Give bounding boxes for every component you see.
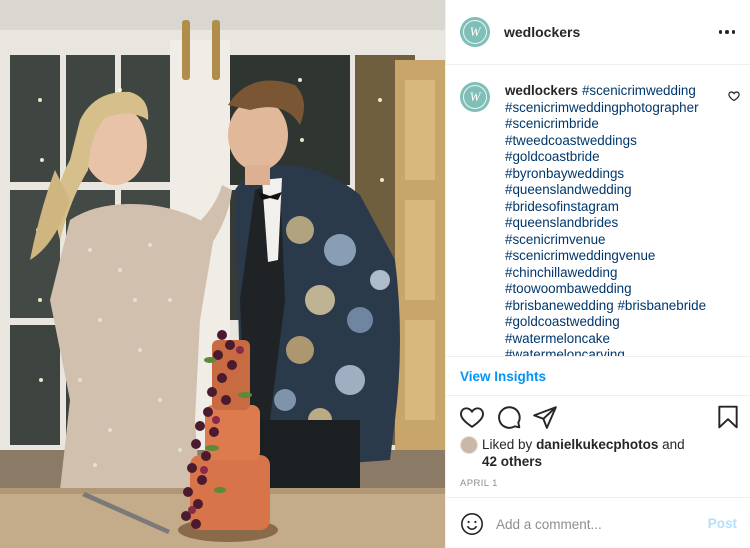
hashtag-link[interactable]: #chinchillawedding (505, 265, 617, 280)
avatar[interactable]: W (460, 17, 490, 47)
hashtag-link[interactable]: #watermeloncarving (505, 347, 625, 356)
hashtag-link[interactable]: #byronbayweddings (505, 166, 624, 181)
post-date[interactable]: APRIL 1 (460, 478, 498, 489)
caption-text: wedlockers #scenicrimwedding #scenicrimwe… (505, 83, 715, 356)
dot (731, 30, 736, 34)
caption-avatar[interactable]: W (460, 82, 490, 112)
dot (718, 30, 723, 34)
likes-prefix: Liked by (482, 437, 533, 452)
post-comment-button[interactable]: Post (708, 516, 737, 531)
hashtag-link[interactable]: #scenicrimvenue (505, 232, 605, 247)
hashtag-link[interactable]: #queenslandwedding (505, 182, 632, 197)
emoji-icon[interactable] (460, 512, 484, 536)
comment-bar: Post (446, 497, 750, 548)
heart-icon[interactable] (728, 90, 740, 102)
dot (725, 30, 729, 34)
hashtag-link[interactable]: #scenicrimweddingvenue (505, 248, 655, 263)
caption-area: W wedlockers #scenicrimwedding #scenicrim… (446, 66, 750, 356)
insights-row: View Insights (446, 356, 750, 396)
post-sidebar: W wedlockers W wedlockers #scenicrimweddi… (445, 0, 750, 548)
view-insights-link[interactable]: View Insights (460, 369, 546, 384)
comment-icon[interactable] (496, 404, 522, 430)
hashtag-link[interactable]: #scenicrimwedding (582, 83, 696, 98)
caption-username[interactable]: wedlockers (505, 83, 578, 98)
liker-username[interactable]: danielkukecphotos (536, 437, 658, 452)
share-icon[interactable] (532, 404, 558, 430)
heart-icon[interactable] (459, 404, 485, 430)
hashtag-link[interactable]: #bridesofinstagram (505, 199, 619, 214)
comment-input[interactable] (496, 513, 696, 535)
hashtag-link[interactable]: #scenicrimbride (505, 116, 599, 131)
likes-and: and (662, 437, 685, 452)
avatar-logo: W (463, 20, 487, 44)
hashtag-link[interactable]: #watermeloncake (505, 331, 610, 346)
likes-text: Liked by danielkukecphotos and 42 others (482, 436, 732, 470)
more-horizontal-icon[interactable] (717, 22, 737, 42)
hashtag-link[interactable]: #tweedcoastweddings (505, 133, 637, 148)
hashtag-link[interactable]: #goldcoastwedding (505, 314, 620, 329)
liker-avatar[interactable] (460, 436, 478, 454)
likes-others-link[interactable]: 42 others (482, 454, 542, 469)
bookmark-icon[interactable] (715, 404, 741, 430)
action-bar (446, 404, 750, 434)
hashtag-link[interactable]: #brisbanewedding (505, 298, 614, 313)
post-header: W wedlockers (446, 0, 750, 65)
hashtag-link[interactable]: #toowoombawedding (505, 281, 632, 296)
hashtag-link[interactable]: #goldcoastbride (505, 149, 600, 164)
avatar-logo: W (463, 85, 487, 109)
hashtag-link[interactable]: #brisbanebride (617, 298, 706, 313)
header-username[interactable]: wedlockers (504, 24, 580, 40)
post-photo[interactable] (0, 0, 445, 548)
hashtag-link[interactable]: #queenslandbrides (505, 215, 618, 230)
hashtag-link[interactable]: #scenicrimweddingphotographer (505, 100, 699, 115)
